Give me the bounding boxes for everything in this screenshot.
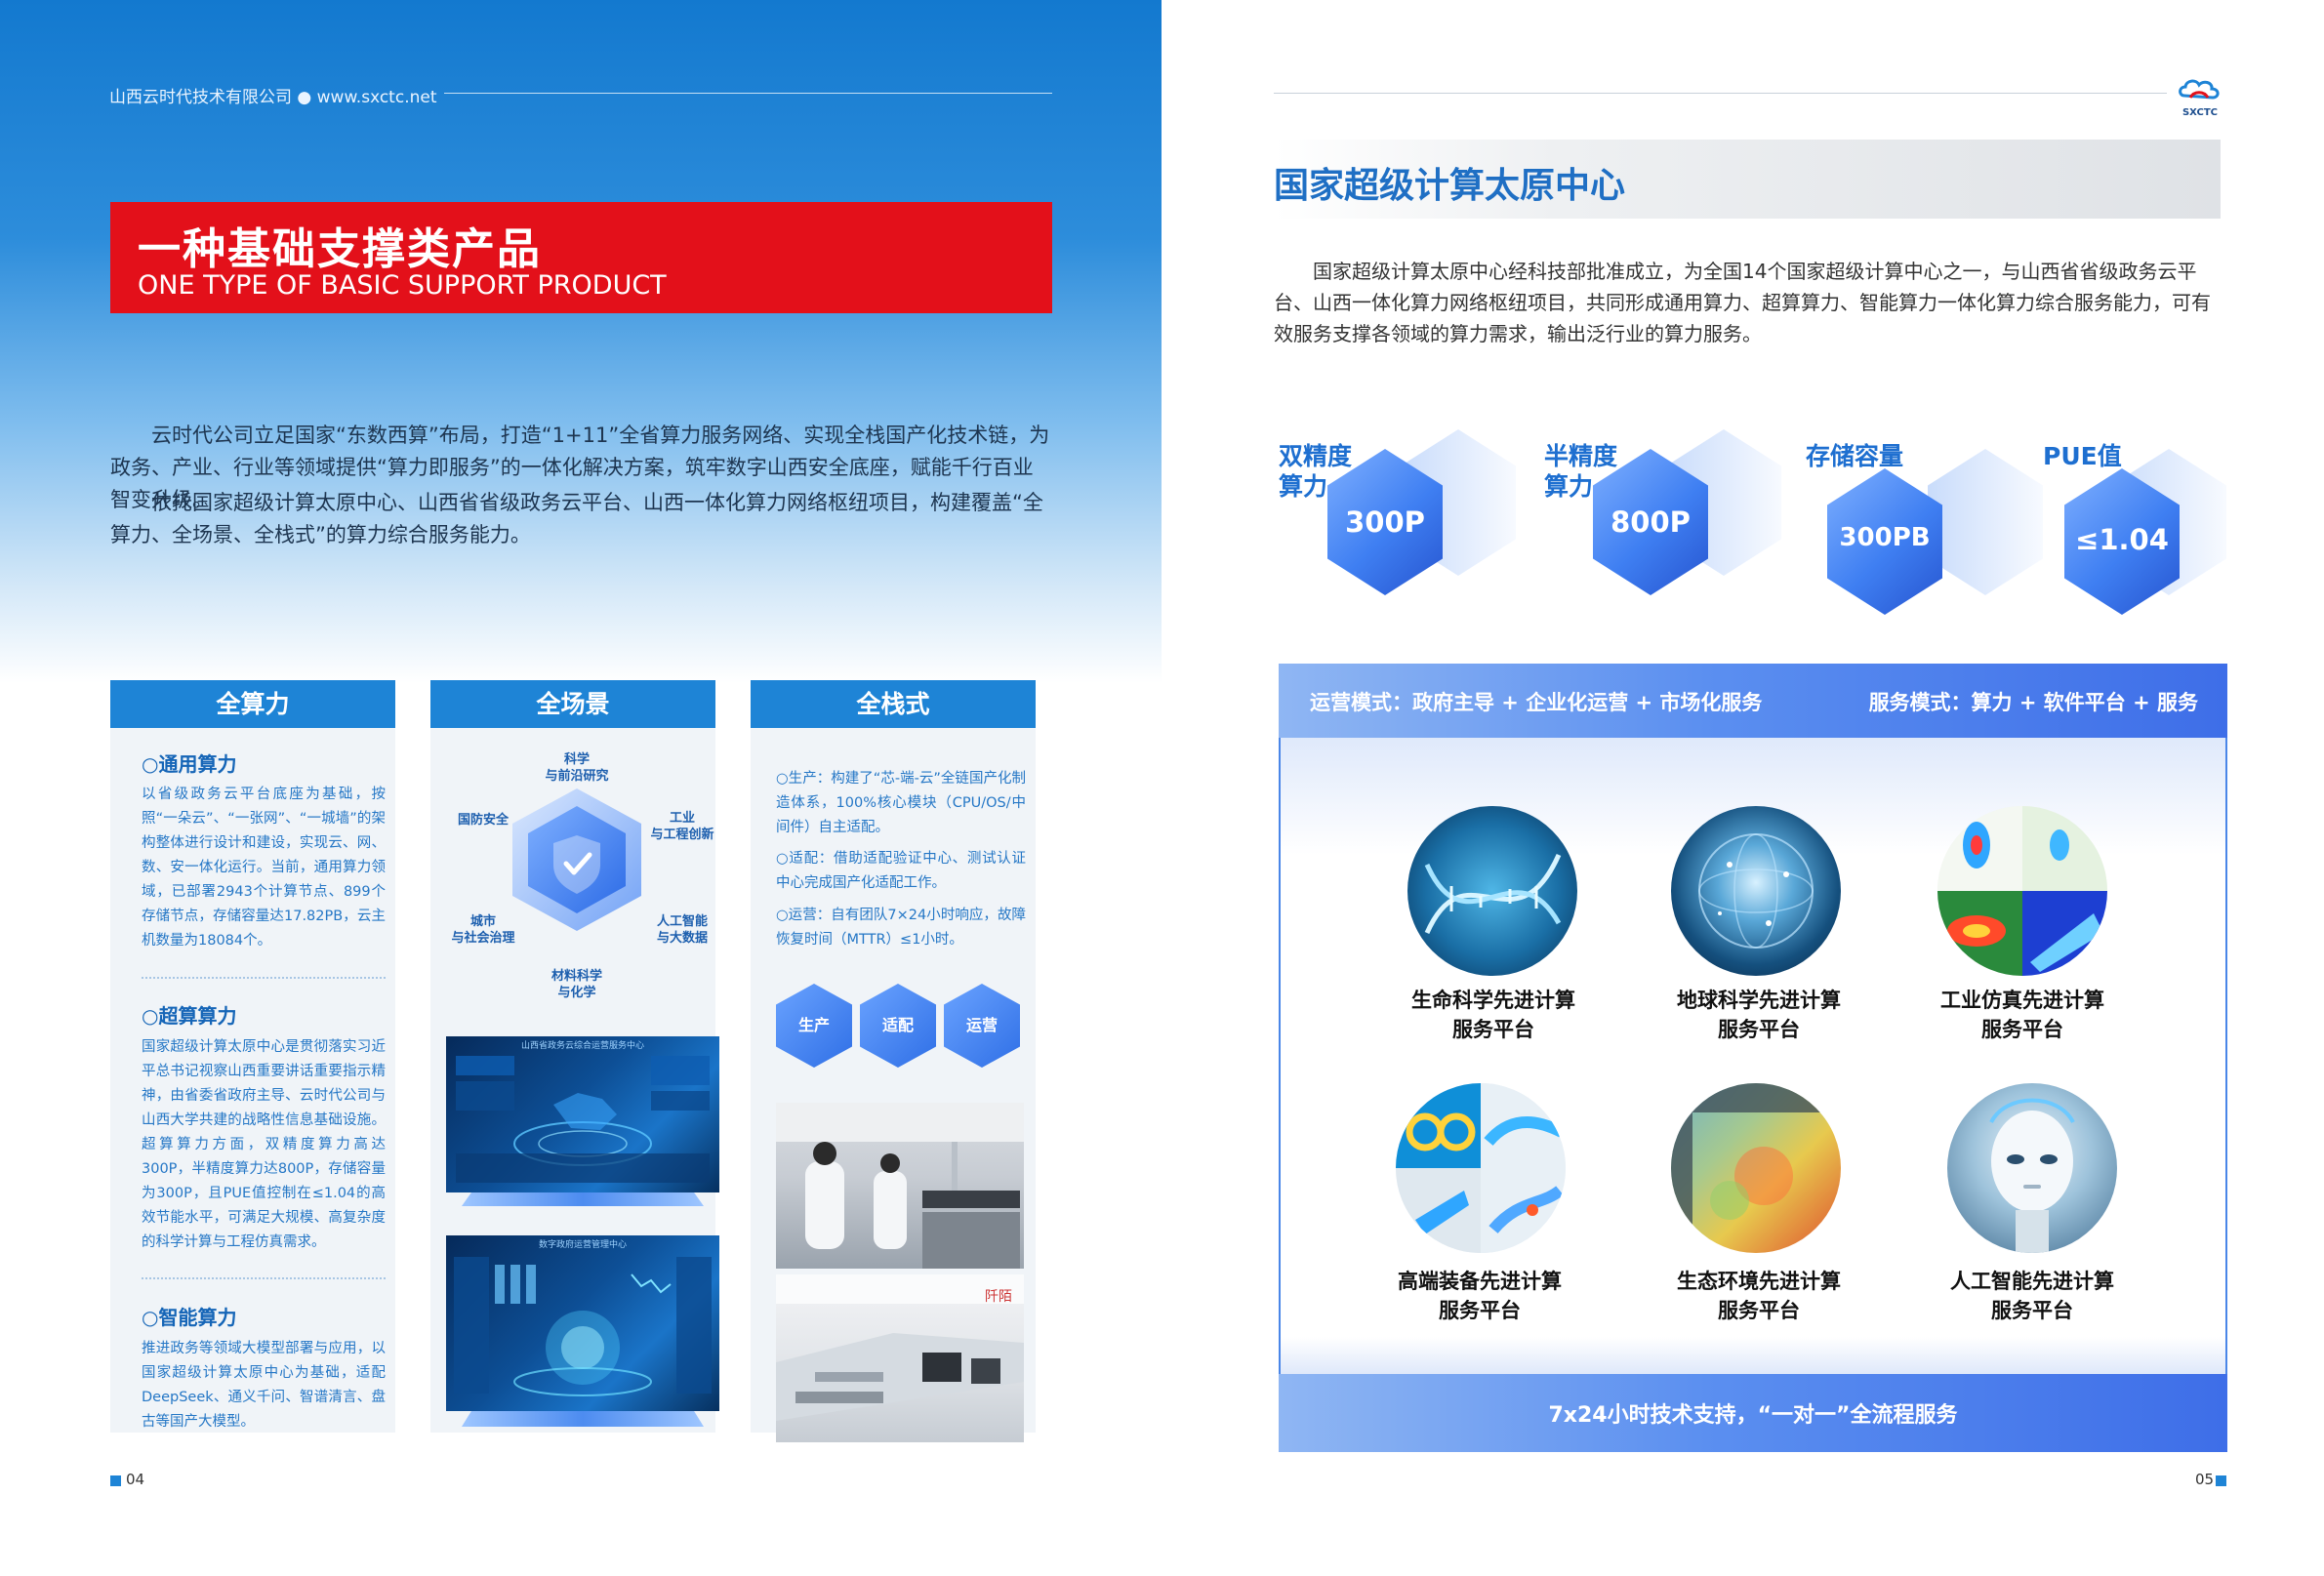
platform-high-end-equipment: 高端装备先进计算 服务平台 bbox=[1398, 1270, 1562, 1322]
column-body-compute: ○通用算力 以省级政务云平台底座为基础，按照“一朵云”、“一张网”、“一城墙”的… bbox=[110, 728, 395, 1433]
section-title-band: 国家超级计算太原中心 bbox=[1274, 140, 2221, 219]
support-text: 7x24小时技术支持，“一对一”全流程服务 bbox=[1548, 1403, 1958, 1428]
section-text: 推进政务等领域大模型部署与应用，以国家超级计算太原中心为基础，适配DeepSee… bbox=[142, 1341, 386, 1430]
header-divider-right bbox=[1274, 93, 2167, 94]
factory-sign: 阡陌 bbox=[985, 1289, 1012, 1305]
cloud-logo-icon bbox=[2179, 79, 2220, 100]
scene-label-defense: 国防安全 bbox=[457, 813, 509, 828]
dashboard-graphics bbox=[456, 1056, 710, 1183]
service-mode: 服务模式：算力 + 软件平台 + 服务 bbox=[1868, 691, 2198, 714]
sxctc-logo: SXCTC bbox=[2177, 76, 2223, 118]
earth-graphic bbox=[1698, 833, 1814, 949]
page-title: 一种基础支撑类产品 bbox=[138, 224, 542, 274]
dotted-divider bbox=[142, 1277, 386, 1279]
scene-label-science: 科学 与前沿研究 bbox=[545, 752, 609, 784]
section-title: 国家超级计算太原中心 bbox=[1274, 166, 1626, 206]
simulation-graphic bbox=[1937, 806, 2107, 976]
stack-item-operation: ○运营：自有团队7×24小时响应，故障恢复时间（MTTR）≤1小时。 bbox=[776, 908, 1026, 948]
support-band: 7x24小时技术支持，“一对一”全流程服务 bbox=[1279, 1374, 2227, 1452]
logo-text: SXCTC bbox=[2181, 107, 2219, 118]
company-website[interactable]: www.sxctc.net bbox=[317, 88, 437, 107]
page-number-marker bbox=[110, 1475, 121, 1486]
simulation-icon bbox=[1937, 806, 2107, 976]
stack-item-production: ○生产：构建了“芯-端-云”全链国产化制造体系，100%核心模块（CPU/OS/… bbox=[776, 771, 1026, 835]
column-head-compute: 全算力 bbox=[110, 680, 395, 728]
column-body-scene: 科学 与前沿研究 工业 与工程创新 人工智能 与大数据 材料科学 与化学 城市 … bbox=[430, 728, 719, 1433]
environment-graphic bbox=[1671, 1083, 1841, 1253]
equipment-icon bbox=[1396, 1083, 1566, 1253]
hex-adaptation: 适配 bbox=[860, 984, 936, 1068]
screen-stand bbox=[462, 1411, 704, 1427]
scene-label-industry: 工业 与工程创新 bbox=[650, 811, 714, 842]
stat-label: 半精度 算力 bbox=[1544, 442, 1618, 501]
column-head-stack: 全栈式 bbox=[751, 680, 1036, 728]
shield-check-icon bbox=[548, 833, 606, 892]
platform-industrial-simulation: 工业仿真先进计算 服务平台 bbox=[1940, 989, 2104, 1041]
stat-value: 300PB bbox=[1839, 523, 1931, 552]
header-divider bbox=[444, 93, 1052, 94]
hex-operation: 运营 bbox=[944, 984, 1020, 1068]
page-number-marker bbox=[2216, 1475, 2226, 1486]
intro-paragraph-2: 依托国家超级计算太原中心、山西省省级政务云平台、山西一体化算力网络枢纽项目，构建… bbox=[110, 491, 1043, 546]
screen-stand bbox=[462, 1192, 704, 1206]
environment-icon bbox=[1671, 1083, 1841, 1253]
dna-graphic bbox=[1424, 853, 1562, 935]
hex-production: 生产 bbox=[776, 984, 852, 1068]
stack-item-adaptation: ○适配：借助适配验证中心、测试认证中心完成国产化适配工作。 bbox=[776, 851, 1026, 891]
section-text: 以省级政务云平台底座为基础，按照“一朵云”、“一张网”、“一城墙”的架构整体进行… bbox=[142, 787, 386, 949]
dotted-divider bbox=[142, 977, 386, 979]
supercomputing-intro: 国家超级计算太原中心经科技部批准成立，为全国14个国家超级计算中心之一，与山西省… bbox=[1274, 260, 2211, 345]
section-heading: ○通用算力 bbox=[142, 752, 237, 776]
scene-label-city: 城市 与社会治理 bbox=[451, 914, 515, 946]
stat-value: ≤1.04 bbox=[2075, 523, 2169, 556]
earth-icon bbox=[1671, 806, 1841, 976]
dashboard-screenshot-top: 山西省政务云综合运营服务中心 bbox=[446, 1036, 719, 1192]
dna-icon bbox=[1407, 806, 1577, 976]
scene-label-ai: 人工智能 与大数据 bbox=[656, 914, 708, 946]
stat-label: 双精度 算力 bbox=[1279, 442, 1353, 501]
section-heading: ○超算算力 bbox=[142, 1004, 237, 1028]
factory-photo-workers bbox=[776, 1103, 1024, 1269]
stat-label: 存储容量 bbox=[1806, 442, 1904, 470]
footer-fade bbox=[1281, 1337, 2225, 1376]
column-head-scene: 全场景 bbox=[430, 680, 715, 728]
stat-value: 300P bbox=[1345, 505, 1425, 539]
title-band: 一种基础支撑类产品 ONE TYPE OF BASIC SUPPORT PROD… bbox=[110, 202, 1052, 313]
stat-label: PUE值 bbox=[2043, 442, 2122, 470]
page-number-right: 05 bbox=[2195, 1471, 2215, 1488]
operation-mode: 运营模式：政府主导 + 企业化运营 + 市场化服务 bbox=[1310, 691, 1763, 714]
stat-value: 800P bbox=[1610, 505, 1691, 539]
equipment-graphic bbox=[1396, 1083, 1566, 1253]
page-number-left: 04 bbox=[126, 1471, 145, 1488]
header-dot-icon: ● bbox=[297, 88, 312, 107]
platform-eco-environment: 生态环境先进计算 服务平台 bbox=[1677, 1270, 1841, 1322]
dashboard-graphics bbox=[454, 1257, 712, 1396]
company-name: 山西云时代技术有限公司 bbox=[109, 88, 292, 107]
platform-earth-science: 地球科学先进计算 服务平台 bbox=[1677, 989, 1841, 1041]
platform-life-science: 生命科学先进计算 服务平台 bbox=[1411, 989, 1575, 1041]
factory-workers-graphic bbox=[776, 1103, 1024, 1269]
section-text: 国家超级计算太原中心是贯彻落实习近平总书记视察山西重要讲话重要指示精神，由省委省… bbox=[142, 1039, 386, 1250]
mode-header: 运营模式：政府主导 + 企业化运营 + 市场化服务 服务模式：算力 + 软件平台… bbox=[1279, 664, 2227, 738]
column-body-stack: ○生产：构建了“芯-端-云”全链国产化制造体系，100%核心模块（CPU/OS/… bbox=[751, 728, 1036, 1442]
scene-label-materials: 材料科学 与化学 bbox=[550, 969, 602, 1000]
page-subtitle: ONE TYPE OF BASIC SUPPORT PRODUCT bbox=[138, 270, 667, 301]
dashboard-screenshot-bottom: 数字政府运营管理中心 bbox=[446, 1235, 719, 1411]
platform-ai: 人工智能先进计算 服务平台 bbox=[1950, 1270, 2114, 1322]
stat-hex-shadow bbox=[1928, 449, 2043, 595]
ai-robot-graphic bbox=[1989, 1098, 2075, 1253]
company-header: 山西云时代技术有限公司 ● www.sxctc.net bbox=[109, 83, 437, 107]
factory-photo-line: 阡陌 bbox=[776, 1274, 1024, 1442]
section-heading: ○智能算力 bbox=[142, 1306, 237, 1329]
ai-robot-icon bbox=[1947, 1083, 2117, 1253]
